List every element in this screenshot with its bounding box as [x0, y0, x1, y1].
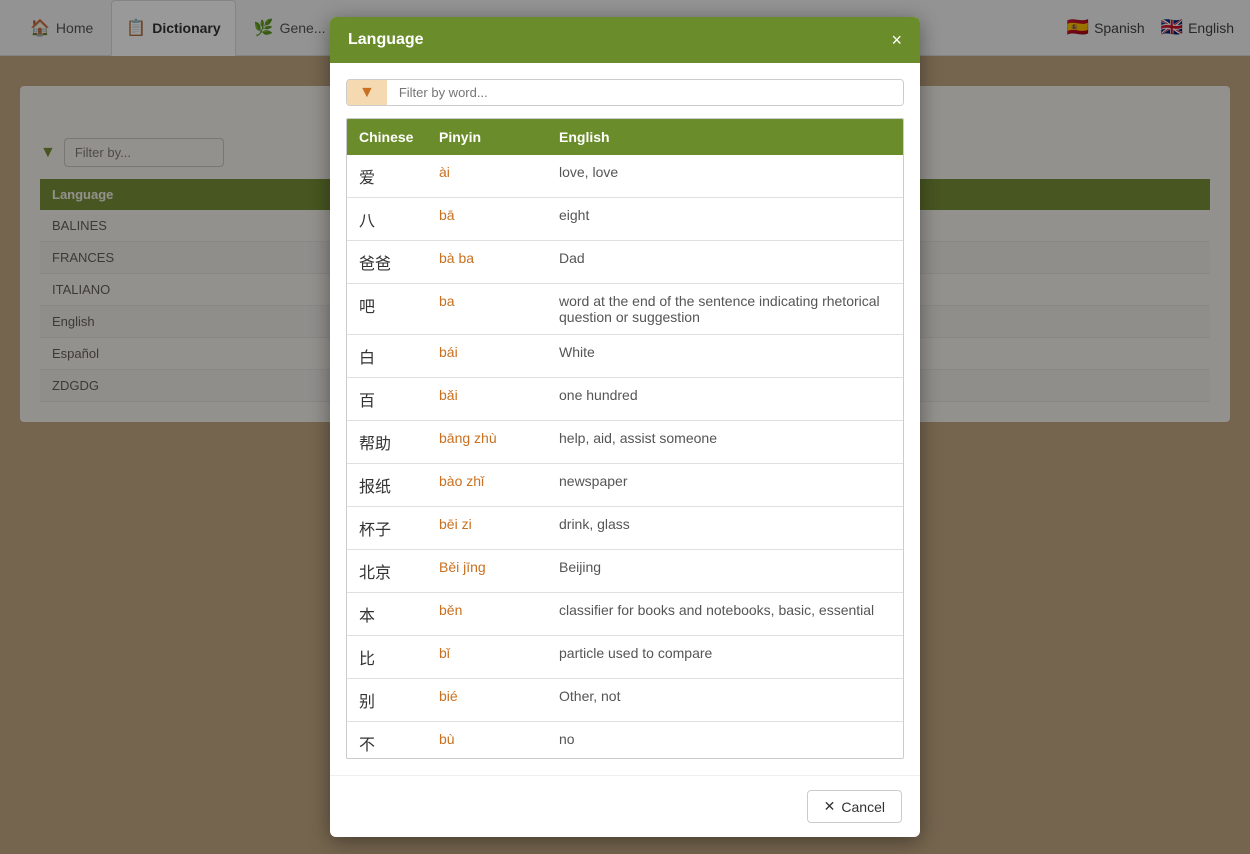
dict-table-row: 本běnclassifier for books and notebooks, …	[347, 593, 903, 636]
dict-pinyin: bā	[427, 198, 547, 241]
dict-table-row: 比bǐparticle used to compare	[347, 636, 903, 679]
dict-english: newspaper	[547, 464, 903, 507]
dict-english: particle used to compare	[547, 636, 903, 679]
dict-chinese: 比	[347, 636, 427, 679]
dict-chinese: 本	[347, 593, 427, 636]
col-pinyin: Pinyin	[427, 119, 547, 155]
dict-table-row: 爱àilove, love	[347, 155, 903, 198]
dict-pinyin: ài	[427, 155, 547, 198]
dict-english: Other, not	[547, 679, 903, 722]
dict-table-row: 别biéOther, not	[347, 679, 903, 722]
dict-chinese: 八	[347, 198, 427, 241]
col-english: English	[547, 119, 903, 155]
dict-english: love, love	[547, 155, 903, 198]
dict-pinyin: bái	[427, 335, 547, 378]
dict-table-wrapper[interactable]: Chinese Pinyin English 爱àilove, love八bāe…	[346, 118, 904, 759]
dict-pinyin: bēi zi	[427, 507, 547, 550]
dict-table-row: 爸爸bà baDad	[347, 241, 903, 284]
dict-table-row: 八bāeight	[347, 198, 903, 241]
dict-table-row: 白báiWhite	[347, 335, 903, 378]
modal-header: Language ×	[330, 17, 920, 63]
dict-english: drink, glass	[547, 507, 903, 550]
cancel-label: Cancel	[841, 799, 885, 815]
dict-table-row: 杯子bēi zidrink, glass	[347, 507, 903, 550]
modal-filter-bar: ▼	[346, 79, 904, 106]
dict-chinese: 爱	[347, 155, 427, 198]
dict-english: Dad	[547, 241, 903, 284]
dict-pinyin: bǎi	[427, 378, 547, 421]
dict-table-row: 百bǎione hundred	[347, 378, 903, 421]
dict-chinese: 不	[347, 722, 427, 759]
dict-chinese: 报纸	[347, 464, 427, 507]
dict-pinyin: bié	[427, 679, 547, 722]
dict-english: one hundred	[547, 378, 903, 421]
dict-english: Beijing	[547, 550, 903, 593]
dict-pinyin: bāng zhù	[427, 421, 547, 464]
dict-pinyin: bù	[427, 722, 547, 759]
dict-table-row: 报纸bào zhǐnewspaper	[347, 464, 903, 507]
dict-table: Chinese Pinyin English 爱àilove, love八bāe…	[347, 119, 903, 759]
dict-chinese: 北京	[347, 550, 427, 593]
dict-chinese: 帮助	[347, 421, 427, 464]
dict-pinyin: bào zhǐ	[427, 464, 547, 507]
language-modal: Language × ▼ Chinese Pinyin English	[330, 17, 920, 837]
modal-filter-icon-btn[interactable]: ▼	[347, 79, 387, 106]
cancel-button[interactable]: ✕ Cancel	[807, 790, 902, 823]
modal-close-button[interactable]: ×	[891, 31, 902, 49]
modal-title: Language	[348, 31, 424, 49]
dict-chinese: 白	[347, 335, 427, 378]
dict-english: help, aid, assist someone	[547, 421, 903, 464]
dict-chinese: 百	[347, 378, 427, 421]
dict-english: eight	[547, 198, 903, 241]
modal-overlay: Language × ▼ Chinese Pinyin English	[0, 0, 1250, 854]
dict-pinyin: bà ba	[427, 241, 547, 284]
dict-table-row: 吧baword at the end of the sentence indic…	[347, 284, 903, 335]
dict-english: classifier for books and notebooks, basi…	[547, 593, 903, 636]
modal-filter-input[interactable]	[387, 79, 903, 106]
dict-chinese: 杯子	[347, 507, 427, 550]
dict-table-row: 北京Běi jīngBeijing	[347, 550, 903, 593]
dict-english: no	[547, 722, 903, 759]
dict-chinese: 爸爸	[347, 241, 427, 284]
dict-english: word at the end of the sentence indicati…	[547, 284, 903, 335]
dict-pinyin: bǐ	[427, 636, 547, 679]
dict-chinese: 别	[347, 679, 427, 722]
modal-body: ▼ Chinese Pinyin English 爱àilove, love八b…	[330, 63, 920, 775]
dict-pinyin: ba	[427, 284, 547, 335]
cancel-icon: ✕	[824, 798, 836, 815]
dict-pinyin: běn	[427, 593, 547, 636]
dict-chinese: 吧	[347, 284, 427, 335]
modal-footer: ✕ Cancel	[330, 775, 920, 837]
dict-table-row: 不bùno	[347, 722, 903, 759]
col-chinese: Chinese	[347, 119, 427, 155]
dict-table-row: 帮助bāng zhùhelp, aid, assist someone	[347, 421, 903, 464]
dict-english: White	[547, 335, 903, 378]
dict-pinyin: Běi jīng	[427, 550, 547, 593]
